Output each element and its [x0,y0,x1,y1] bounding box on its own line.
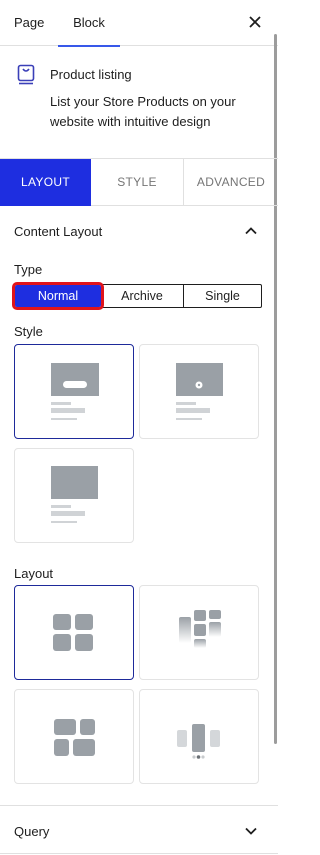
type-segmented-control: Normal Archive Single [12,282,262,310]
sidebar-header-tabs: Page Block [0,0,278,47]
block-title: Product listing [50,67,132,82]
layout-option-mixed-grid[interactable] [14,689,134,784]
tab-block[interactable]: Block [58,0,120,47]
block-card: Product listing List your Store Products… [0,47,278,157]
style-1-preview-icon [51,363,99,420]
masonry-layout-icon [179,610,221,648]
style-option-3[interactable] [14,448,134,543]
layout-option-carousel[interactable] [139,689,259,784]
section-divider [0,805,278,806]
type-option-normal[interactable]: Normal [12,282,104,310]
style-3-preview-icon [51,466,98,523]
mixed-grid-layout-icon [54,719,95,756]
style-option-1[interactable] [14,344,134,439]
layout-option-masonry[interactable] [139,585,259,680]
carousel-layout-icon [177,724,220,759]
layout-label: Layout [14,566,54,581]
close-button[interactable] [244,11,266,33]
type-label: Type [14,262,43,277]
style-2-preview-icon [176,363,223,420]
tab-page[interactable]: Page [14,0,44,46]
query-section-title[interactable]: Query [14,824,49,839]
tab-advanced[interactable]: ADVANCED [184,159,278,206]
close-icon [249,16,261,28]
layout-option-grid[interactable] [14,585,134,680]
chevron-down-icon[interactable] [244,824,258,838]
settings-tabs: LAYOUT STYLE ADVANCED [0,158,278,206]
chevron-up-icon[interactable] [244,224,258,238]
type-option-archive[interactable]: Archive [101,285,184,307]
product-listing-icon [17,64,35,85]
tab-layout[interactable]: LAYOUT [0,159,91,206]
type-option-single[interactable]: Single [184,285,261,307]
style-label: Style [14,324,43,339]
grid-layout-icon [53,614,93,651]
content-layout-title[interactable]: Content Layout [14,224,102,239]
style-option-2[interactable] [139,344,259,439]
section-divider-bottom [0,853,278,854]
tab-style[interactable]: STYLE [91,159,184,206]
block-description: List your Store Products on your website… [50,94,236,129]
